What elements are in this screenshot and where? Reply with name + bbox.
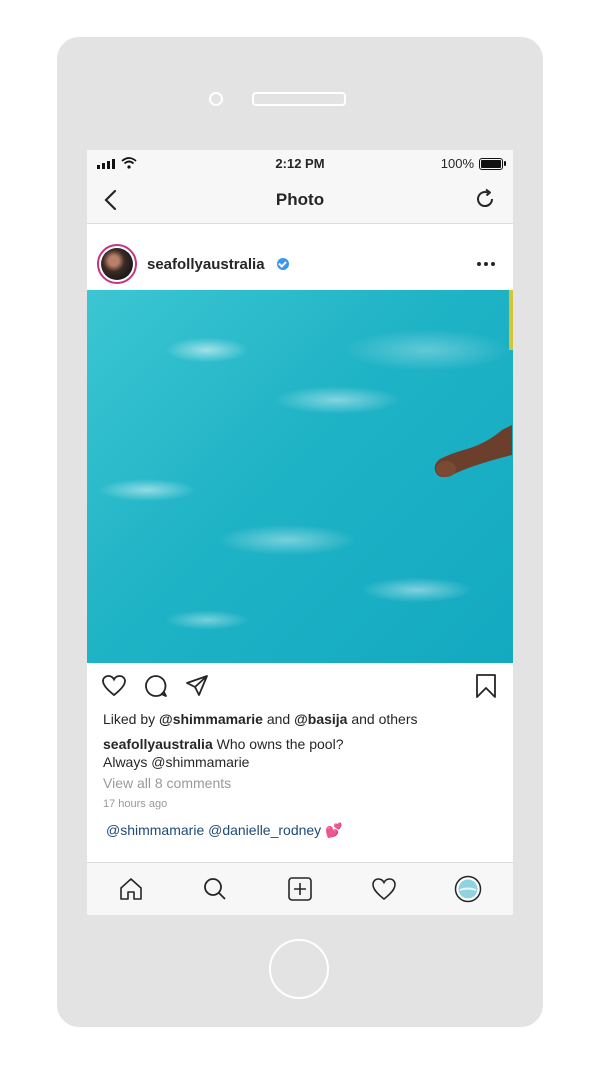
post-actions: [87, 663, 513, 709]
post-username[interactable]: seafollyaustralia: [147, 256, 265, 273]
share-icon[interactable]: [184, 673, 210, 699]
likes-suffix: and others: [347, 711, 418, 727]
profile-icon[interactable]: [454, 875, 482, 903]
search-icon[interactable]: [201, 875, 229, 903]
bookmark-icon[interactable]: [473, 673, 499, 699]
tab-bar: [87, 862, 513, 915]
home-button[interactable]: [269, 939, 329, 999]
liker-link-1[interactable]: @shimmamarie: [159, 711, 263, 727]
home-icon[interactable]: [117, 875, 145, 903]
comment-icon[interactable]: [143, 673, 169, 699]
likes-text: Liked by @shimmamarie and @basija and ot…: [103, 711, 418, 727]
avatar[interactable]: [97, 244, 137, 284]
earpiece-speaker: [252, 92, 346, 106]
post-timestamp: 17 hours ago: [103, 798, 168, 810]
caption-text: Who owns the pool?: [212, 736, 344, 752]
post-caption: seafollyaustralia Who owns the pool? Alw…: [103, 735, 483, 771]
liker-link-2[interactable]: @basija: [294, 711, 347, 727]
foot-image: [434, 425, 512, 478]
comment-mentions: @shimmamarie @danielle_rodney: [106, 822, 326, 838]
likes-prefix: Liked by: [103, 711, 160, 727]
activity-heart-icon[interactable]: [370, 875, 398, 903]
battery-percent: 100%: [440, 156, 474, 171]
caption-text-line2: Always @shimmamarie: [103, 754, 250, 770]
front-camera: [209, 92, 223, 106]
refresh-icon[interactable]: [473, 187, 497, 211]
page-title: Photo: [275, 190, 325, 209]
comment-text[interactable]: @shimmamarie @danielle_rodney 💕: [106, 822, 343, 839]
status-bar: 2:12 PM 100%: [87, 150, 513, 176]
battery-status: 100%: [440, 156, 506, 171]
add-post-icon[interactable]: [286, 875, 314, 903]
two-hearts-icon: 💕: [325, 822, 343, 838]
phone-screen: 2:12 PM 100% Photo seafollyaustralia Lik…: [87, 150, 513, 915]
nav-bar: Photo: [87, 176, 513, 224]
caption-author[interactable]: seafollyaustralia: [103, 736, 213, 752]
verified-badge-icon: [277, 258, 289, 270]
more-options-icon[interactable]: [477, 262, 495, 266]
battery-icon: [479, 157, 506, 170]
post-header: seafollyaustralia: [87, 242, 513, 290]
likes-mid: and: [262, 711, 295, 727]
post-photo[interactable]: [87, 290, 513, 663]
view-all-comments-link[interactable]: View all 8 comments: [103, 775, 231, 791]
heart-icon[interactable]: [101, 673, 127, 699]
